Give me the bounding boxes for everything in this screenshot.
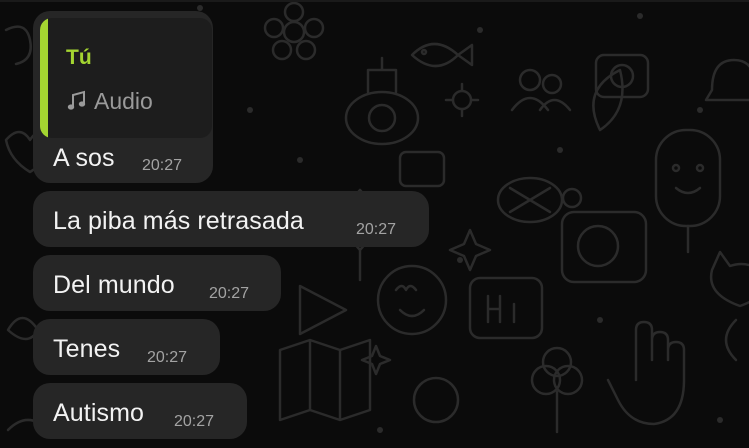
message-text: Del mundo — [53, 271, 175, 299]
message-time: 20:27 — [142, 157, 183, 174]
message-time: 20:27 — [356, 221, 397, 238]
quote-media: Audio — [66, 88, 153, 115]
quote-media-label: Audio — [94, 88, 153, 114]
message-text: Tenes — [53, 335, 121, 363]
message-bubble[interactable]: Tenes 20:27 — [33, 319, 220, 375]
message-bubble[interactable]: La piba más retrasada 20:27 — [33, 191, 429, 247]
message-bubble[interactable]: Autismo 20:27 — [33, 383, 247, 439]
window-top-edge — [0, 0, 749, 2]
message-time: 20:27 — [174, 413, 215, 430]
quote-accent-bar — [40, 18, 48, 138]
message-time: 20:27 — [147, 349, 188, 366]
message-text: La piba más retrasada — [53, 207, 304, 235]
message-time: 20:27 — [209, 285, 250, 302]
message-text: Autismo — [53, 399, 145, 427]
message-text: A sos — [53, 144, 115, 172]
message-bubble[interactable]: Del mundo 20:27 — [33, 255, 281, 311]
quote-sender: Tú — [66, 46, 92, 69]
message-bubble-quoted[interactable]: Tú Audio A sos 20:27 — [33, 11, 213, 183]
quoted-reply[interactable]: Tú Audio — [40, 18, 212, 138]
music-note-icon — [67, 90, 86, 110]
